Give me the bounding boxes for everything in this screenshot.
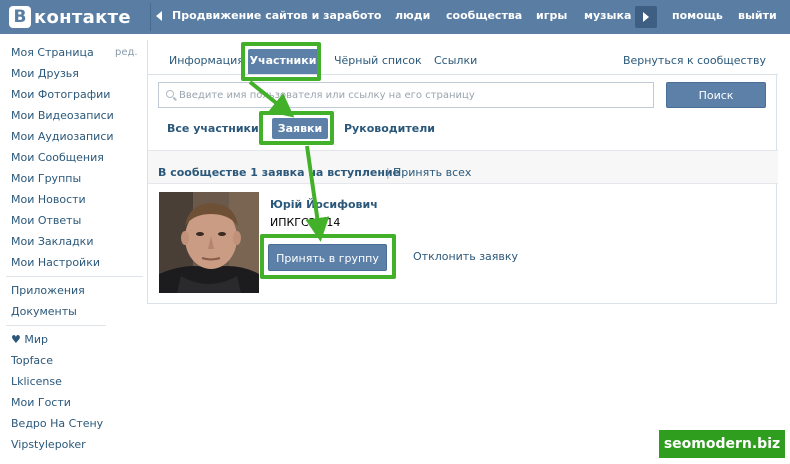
arrow-to-accept-button	[305, 145, 330, 242]
highlight-accept-button	[260, 234, 396, 279]
annotation-arrows	[248, 80, 330, 242]
highlight-members-tab	[241, 42, 321, 81]
watermark: seomodern.biz	[659, 430, 785, 458]
highlight-requests-subtab	[259, 111, 334, 145]
arrow-to-requests-tab	[248, 80, 295, 118]
